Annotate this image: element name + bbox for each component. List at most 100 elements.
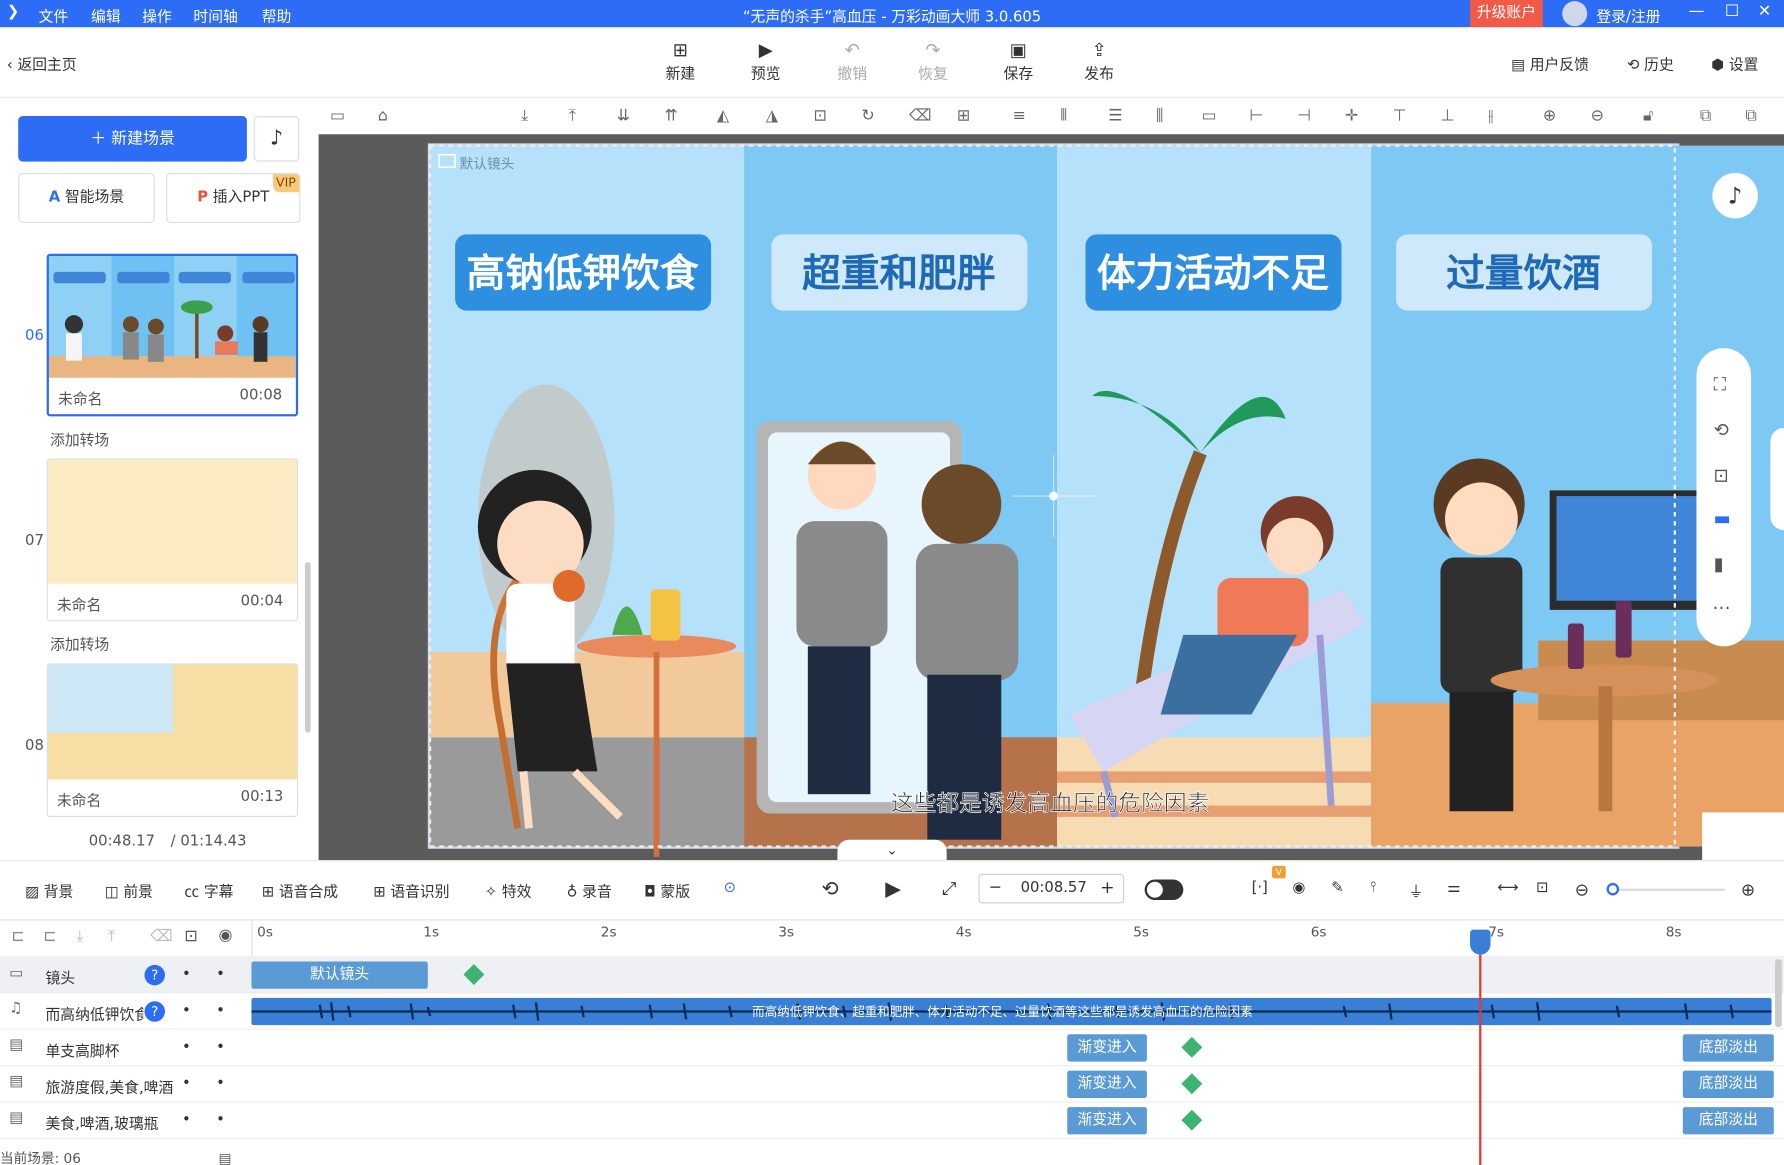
zoom-out-icon[interactable]: ⊖	[1591, 107, 1604, 125]
history-link[interactable]: ⟲ 历史	[1627, 52, 1674, 74]
align-center-icon[interactable]: ≡	[1013, 107, 1026, 125]
zoom-slider[interactable]	[1606, 882, 1725, 896]
close-icon[interactable]: ✕	[1758, 2, 1771, 20]
new-scene-button[interactable]: ＋ 新建场景	[18, 116, 247, 162]
redo-button[interactable]: ↷ 恢复	[905, 39, 962, 83]
preview-button[interactable]: ▶ 预览	[737, 39, 794, 83]
effects-button[interactable]: ✧ 特效	[485, 880, 532, 901]
tts-button[interactable]: ⊞ 语音合成	[262, 880, 338, 901]
undo-button[interactable]: ↶ 撤销	[824, 39, 881, 83]
time-ruler[interactable]: 0s 1s 2s 3s 4s 5s 6s 7s 8s	[251, 920, 1784, 957]
format-painter-icon[interactable]: ▭	[330, 107, 345, 125]
settings-link[interactable]: ⬢ 设置	[1711, 52, 1758, 74]
scene-list-scrollbar[interactable]	[304, 562, 311, 733]
align-bottom-icon[interactable]: ▭	[1202, 107, 1217, 125]
track-label-travel[interactable]: ▤ 旅游度假,美食,啤酒 • •	[0, 1066, 252, 1103]
time-value[interactable]: 00:08.57	[1021, 880, 1087, 897]
split-icon[interactable]: ⫯	[1370, 880, 1376, 897]
enter-effect-clip[interactable]: 渐变进入	[1067, 1107, 1147, 1135]
help-icon[interactable]: ?	[144, 1001, 165, 1022]
align-right-icon[interactable]: ⊣	[1297, 107, 1311, 125]
toggle-switch[interactable]	[1144, 879, 1184, 900]
panel-collapse-handle[interactable]	[1770, 427, 1784, 531]
unlock-icon[interactable]: 🔓︎	[1643, 107, 1653, 125]
track-wineglass[interactable]: 渐变进入 底部淡出	[251, 1030, 1784, 1067]
delete-icon[interactable]: ⌫	[909, 107, 932, 125]
keyframe-icon[interactable]	[1181, 1073, 1203, 1095]
fit-width-icon[interactable]: ⟷	[1497, 880, 1518, 897]
paste-icon[interactable]: ⧉	[1745, 107, 1756, 125]
time-stepper[interactable]: − 00:08.57 +	[978, 873, 1125, 904]
lock-icon[interactable]: ⊡	[1714, 464, 1729, 486]
background-button[interactable]: ▨ 背景	[25, 880, 73, 901]
add-transition-link[interactable]: 添加转场	[50, 633, 109, 654]
add-transition-link[interactable]: 添加转场	[50, 428, 109, 449]
track-camera[interactable]: 默认镜头	[251, 956, 1784, 994]
camera-icon[interactable]: ◉	[1293, 880, 1306, 897]
one-to-one-icon[interactable]: ⊡	[1536, 880, 1548, 897]
eye-icon[interactable]: ◉	[218, 926, 232, 944]
keyframe-icon[interactable]	[463, 964, 485, 985]
align-vcenter-icon[interactable]: ⫴	[1060, 107, 1067, 125]
lock-icon[interactable]: ⊡	[814, 107, 827, 125]
track-label-wineglass[interactable]: ▤ 单支高脚杯 • •	[0, 1030, 252, 1067]
move-up-icon[interactable]: ⤒	[108, 927, 115, 945]
mask-button[interactable]: ◘ 蒙版	[644, 880, 690, 901]
scene-thumb-06[interactable]: 未命名 00:08	[46, 253, 299, 417]
distribute-v-icon[interactable]: ☰	[1108, 107, 1122, 125]
focus-icon[interactable]: ⊞	[957, 107, 970, 125]
layer-top-icon[interactable]: ⤒	[569, 107, 576, 125]
minimap-thumbnail[interactable]	[1702, 812, 1784, 861]
new-button[interactable]: ⊞ 新建	[652, 39, 709, 83]
playhead-handle[interactable]	[1470, 929, 1491, 955]
insert-ppt-button[interactable]: P 插入PPT VIP	[166, 172, 301, 224]
zoom-out-icon[interactable]: ⊖	[1575, 880, 1589, 900]
zoom-in-icon[interactable]: ⊕	[1741, 880, 1755, 900]
layer-down-icon[interactable]: ⇊	[617, 107, 630, 125]
keyframe-icon[interactable]	[1181, 1036, 1203, 1058]
scene-thumb-07[interactable]: 未命名 00:04	[46, 458, 299, 622]
exit-effect-clip[interactable]: 底部淡出	[1682, 1034, 1774, 1062]
notes-icon[interactable]: ▤	[218, 1150, 231, 1165]
back-home-link[interactable]: ‹ 返回主页	[7, 52, 77, 74]
upgrade-button[interactable]: 升级账户	[1470, 0, 1543, 28]
more-icon[interactable]: ⊙	[724, 880, 736, 897]
layer-bottom-icon[interactable]: ⤓	[521, 107, 528, 125]
publish-button[interactable]: ⇪ 发布	[1071, 39, 1128, 83]
camera-clip[interactable]: 默认镜头	[251, 961, 428, 989]
folder-icon[interactable]: ⊏	[11, 927, 24, 945]
replay-icon[interactable]: ⟲	[821, 877, 838, 901]
copy-icon[interactable]: ⧉	[1700, 107, 1711, 125]
speech-recognition-button[interactable]: ⊞ 语音识别	[373, 880, 449, 901]
screen-icon[interactable]: ▬	[1714, 507, 1731, 529]
flip-h-icon[interactable]: ◭	[717, 107, 729, 125]
bracket-icon[interactable]: [·]	[1252, 880, 1268, 897]
mobile-icon[interactable]: ▮	[1714, 553, 1724, 575]
audio-clip[interactable]: 而高纳低钾饮食、超重和肥胖、体力活动不足、过量饮酒等这些都是诱发高血压的危险因素	[251, 997, 1772, 1026]
edit-icon[interactable]: ✎	[1331, 880, 1343, 897]
track-audio[interactable]: 而高纳低钾饮食、超重和肥胖、体力活动不足、过量饮酒等这些都是诱发高血压的危险因素	[251, 993, 1784, 1030]
add-folder-icon[interactable]: ⊏	[43, 927, 56, 945]
align-top-icon[interactable]: ⊤	[1393, 107, 1407, 125]
track-label-camera[interactable]: ▭ 镜头 ? • •	[0, 956, 252, 994]
scene-canvas[interactable]: 默认镜头 高钠低钾饮食 超重和肥胖 体力活动不足 过量饮酒 这些都是诱发高血压的…	[319, 134, 1784, 860]
help-icon[interactable]: ?	[144, 964, 165, 986]
layer-up-icon[interactable]: ⇈	[664, 107, 677, 125]
track-label-audio[interactable]: ♫ 而高纳低钾饮食超 ? • •	[0, 993, 252, 1030]
eraser-icon[interactable]: ⌂	[378, 107, 388, 125]
rotate-icon[interactable]: ↻	[861, 107, 874, 125]
move-down-icon[interactable]: ⤓	[76, 927, 83, 945]
chevron-down-icon[interactable]: ⌄	[837, 839, 947, 861]
track-label-bottle[interactable]: ▤ 美食,啤酒,玻璃瓶 • •	[0, 1103, 252, 1139]
align-base-icon[interactable]: ⊥	[1440, 107, 1454, 125]
fullscreen-icon[interactable]: ⤢	[942, 877, 957, 900]
exit-effect-clip[interactable]: 底部淡出	[1682, 1070, 1774, 1098]
music-note-icon[interactable]: ♪	[253, 116, 300, 162]
filter-icon[interactable]: ⏚	[1409, 880, 1424, 901]
subtitle-button[interactable]: ㏄ 字幕	[184, 880, 233, 901]
track-travel[interactable]: 渐变进入 底部淡出	[251, 1066, 1784, 1103]
scene-thumb-08[interactable]: 未命名 00:13	[46, 663, 299, 817]
enter-effect-clip[interactable]: 渐变进入	[1067, 1070, 1147, 1098]
more-icon[interactable]: ⋯	[1712, 596, 1730, 618]
record-button[interactable]: ♁ 录音	[567, 880, 612, 901]
